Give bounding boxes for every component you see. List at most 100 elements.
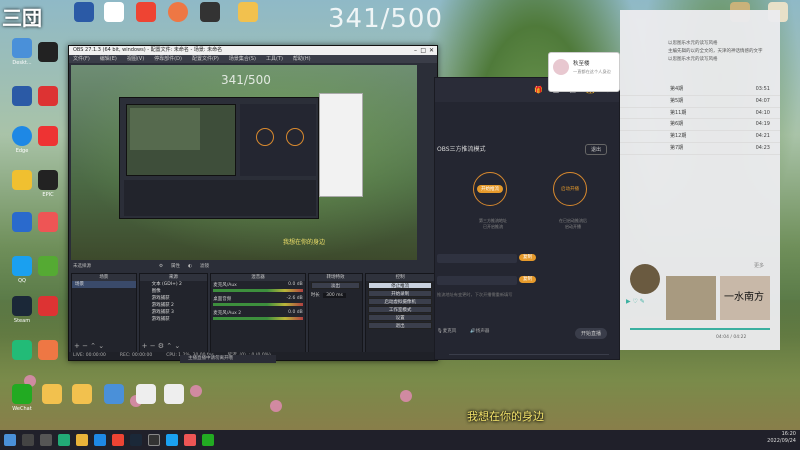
player-controls[interactable]: ▶ ♡ ✎ [626, 298, 645, 305]
sources-dock: 来源 文本 (GDI+) 2 图像 游戏捕获 游戏捕获 2 游戏捕获 3 游戏捕… [138, 273, 209, 353]
folder-icon[interactable] [230, 2, 266, 24]
volume-slider[interactable] [213, 303, 303, 306]
desktop-icon[interactable] [96, 2, 132, 24]
minimize-icon[interactable]: – [414, 46, 417, 55]
search-icon[interactable] [22, 434, 34, 446]
copy-url-button[interactable]: 复制 [519, 254, 536, 261]
menu-docks[interactable]: 停靠部件(D) [154, 55, 182, 63]
menu-help[interactable]: 帮助(H) [293, 55, 311, 63]
exit-mode-button[interactable]: 退出 [585, 144, 608, 155]
source-item[interactable]: 游戏捕获 2 [140, 302, 208, 309]
menu-edit[interactable]: 编辑(E) [100, 55, 117, 63]
duration-input[interactable]: 300 ms [323, 293, 346, 298]
filters-button[interactable]: 滤镜 [200, 262, 209, 271]
speaker-icon[interactable]: 🔊扬声器 [470, 328, 489, 334]
volume-slider[interactable] [213, 289, 303, 292]
add-source-icon[interactable]: + − ⚙ ⌃ ⌄ [142, 342, 181, 350]
virtual-camera-button[interactable]: 启动虚拟摄像机 [368, 298, 432, 305]
start-icon[interactable] [4, 434, 16, 446]
source-item[interactable]: 游戏捕获 [140, 316, 208, 323]
file-icon[interactable] [156, 384, 192, 406]
mic-icon[interactable]: 🎙麦克风 [437, 328, 456, 334]
start-push-button[interactable]: 开始推流 [477, 185, 503, 193]
video-thumbnail[interactable] [666, 276, 716, 320]
transition-select[interactable]: 淡出 [310, 282, 361, 289]
steam-icon[interactable] [130, 434, 142, 446]
list-item[interactable]: 第5期 04:07 [620, 96, 780, 108]
source-item[interactable]: 文本 (GDI+) 2 [140, 281, 208, 288]
desktop-icon[interactable] [30, 340, 66, 362]
list-item[interactable]: 第6期 04:19 [620, 119, 780, 132]
mixer-channel: 麦克风/Aux 2 0.0 dB [211, 309, 304, 323]
stop-streaming-button[interactable]: 停止推流 [368, 282, 432, 289]
menu-file[interactable]: 文件(F) [73, 55, 90, 63]
source-item[interactable]: 游戏捕获 3 [140, 309, 208, 316]
stream-key-field[interactable] [437, 276, 517, 285]
obs-titlebar[interactable]: OBS 27.1.3 (64 bit, windows) - 配置文件: 未命名… [69, 46, 437, 55]
volume-slider[interactable] [213, 317, 303, 320]
edge-icon[interactable] [94, 434, 106, 446]
taskbar-app-icon[interactable] [58, 434, 70, 446]
scenes-header: 场景 [72, 274, 136, 281]
maximize-icon[interactable]: □ [420, 46, 426, 55]
menu-profile[interactable]: 配置文件(P) [192, 55, 219, 63]
desktop-icon[interactable] [30, 212, 66, 234]
stream-url-field[interactable] [437, 254, 517, 263]
channel-avatar[interactable] [630, 264, 660, 294]
list-item[interactable]: 第12期 04:21 [620, 131, 780, 143]
more-link[interactable]: 更多 [754, 262, 764, 269]
video-thumbnail[interactable]: 一水南方 [720, 276, 770, 320]
duration-label: 时长 [310, 293, 320, 298]
episode-panel[interactable]: 以思图乐水元的读写风格 主编先辑的以的全文的，天津的神话情感的文字 以思图乐水元… [620, 10, 780, 350]
live-app-window[interactable]: 🎁 ▦ ▤ 🔔 ⚙ OBS三方推流模式 退出 开始推流 启动开播 第三方推流地址… [434, 77, 620, 360]
list-item[interactable]: 第7期 04:23 [620, 143, 780, 155]
nvidia-icon[interactable] [30, 256, 66, 278]
gift-icon[interactable]: 🎁 [534, 86, 543, 94]
source-item[interactable]: 图像 [140, 288, 208, 295]
settings-button[interactable]: 设置 [368, 314, 432, 321]
folder-icon[interactable] [64, 384, 100, 406]
menu-view[interactable]: 视图(V) [127, 55, 144, 63]
obs-window[interactable]: OBS 27.1.3 (64 bit, windows) - 配置文件: 未命名… [68, 45, 438, 361]
office-icon[interactable] [30, 296, 66, 318]
stream-hint: 推流地址有变更时，下次开播需重新填写 [437, 292, 513, 297]
capcut-icon[interactable] [30, 42, 66, 64]
obs-icon[interactable] [148, 434, 160, 446]
menu-scene-collection[interactable]: 场景集合(S) [229, 55, 256, 63]
chat-card[interactable]: 秋至楼 一直都在这个人身边 [548, 52, 620, 92]
desktop-icon[interactable] [30, 86, 66, 108]
desktop-icon[interactable] [160, 2, 196, 24]
epic-icon[interactable]: EPIC [30, 170, 66, 198]
qq-icon[interactable] [166, 434, 178, 446]
list-item[interactable]: 第4期 03:51 [620, 84, 780, 96]
taskbar-app-icon[interactable] [184, 434, 196, 446]
exit-button[interactable]: 退出 [368, 322, 432, 329]
progress-bar[interactable] [630, 328, 770, 330]
list-item[interactable]: 第11期 04:10 [620, 108, 780, 120]
desktop-icon[interactable] [30, 126, 66, 148]
start-live-label[interactable]: 启动开播 [561, 186, 579, 192]
desktop-icon[interactable] [128, 2, 164, 24]
properties-button[interactable]: 属性 [171, 262, 180, 271]
preview-counter: 341/500 [221, 73, 271, 87]
filter-icon[interactable]: ◐ [188, 262, 192, 271]
task-view-icon[interactable] [40, 434, 52, 446]
gear-icon[interactable]: ⚙ [159, 262, 163, 271]
desktop-icon[interactable] [96, 384, 132, 406]
start-live-button[interactable]: 开始直播 [575, 328, 608, 339]
menu-tools[interactable]: 工具(T) [266, 55, 283, 63]
studio-mode-button[interactable]: 工作室模式 [368, 306, 432, 313]
taskbar-app-icon[interactable] [112, 434, 124, 446]
scene-item[interactable]: 场景 [72, 281, 136, 288]
start-recording-button[interactable]: 开始录制 [368, 290, 432, 297]
desktop-icon[interactable] [192, 2, 228, 24]
wechat-icon[interactable] [202, 434, 214, 446]
explorer-icon[interactable] [76, 434, 88, 446]
mixer-dock: 混音器 麦克风/Aux 0.0 dB 桌面音频 -2.6 dB 麦克风/Aux … [210, 273, 306, 353]
close-icon[interactable]: ✕ [429, 46, 434, 55]
system-clock[interactable]: 16:20 2022/09/24 [767, 431, 796, 445]
obs-preview[interactable]: 341/500 我想在你的身边 [71, 65, 417, 260]
copy-key-button[interactable]: 复制 [519, 276, 536, 283]
add-scene-icon[interactable]: + − ⌃ ⌄ [74, 342, 104, 350]
source-item[interactable]: 游戏捕获 [140, 295, 208, 302]
